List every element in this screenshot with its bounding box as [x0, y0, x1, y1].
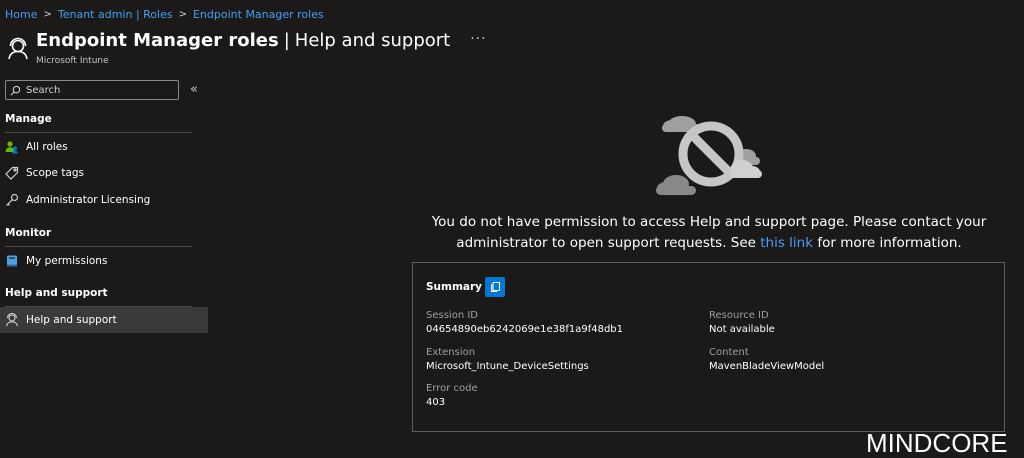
app-window: Home > Tenant admin | Roles > Endpoint M… [0, 0, 1024, 458]
page-title-row: Endpoint Manager roles | Help and suppor… [36, 30, 487, 51]
sidebar-item-all-roles[interactable]: All roles [0, 134, 208, 160]
search-box[interactable] [5, 80, 179, 100]
more-options-button[interactable]: ··· [470, 31, 486, 47]
section-divider [5, 132, 192, 133]
sidebar-item-label: Scope tags [26, 167, 85, 179]
page-title-section: Help and support [294, 30, 451, 51]
breadcrumb: Home > Tenant admin | Roles > Endpoint M… [5, 6, 324, 22]
extension-value: Microsoft_Intune_DeviceSettings [426, 361, 589, 372]
sidebar-item-scope-tags[interactable]: Scope tags [0, 160, 208, 186]
sidebar: « [0, 80, 208, 100]
help-person-icon [5, 313, 19, 327]
content-label: Content [709, 347, 749, 358]
sidebar-item-label: My permissions [26, 255, 108, 267]
summary-panel: Summary Session ID 04654890eb6242069e1e3… [412, 262, 1005, 432]
sidebar-item-help-support[interactable]: Help and support [0, 307, 208, 333]
permission-message: You do not have permission to access Hel… [412, 212, 1006, 254]
breadcrumb-endpoint-manager-roles[interactable]: Endpoint Manager roles [193, 8, 324, 21]
breadcrumb-chevron-icon: > [43, 8, 52, 20]
sidebar-item-label: Administrator Licensing [26, 194, 151, 206]
summary-title: Summary [426, 281, 483, 293]
error-code-value: 403 [426, 397, 446, 408]
copy-icon [490, 281, 501, 293]
permission-message-suffix: for more information. [813, 235, 962, 251]
section-header-help-support: Help and support [5, 287, 108, 299]
search-icon [10, 85, 21, 95]
section-header-monitor: Monitor [5, 227, 52, 239]
watermark-logo: MINDCORE [866, 428, 1008, 458]
extension-label: Extension [426, 347, 476, 358]
help-support-person-icon [6, 37, 30, 61]
session-id-label: Session ID [426, 310, 478, 321]
info-link[interactable]: this link [760, 235, 813, 251]
breadcrumb-chevron-icon: > [178, 8, 187, 20]
content-value: MavenBladeViewModel [709, 361, 825, 372]
book-icon [5, 254, 19, 268]
sidebar-item-label: Help and support [26, 314, 117, 326]
sidebar-item-label: All roles [26, 141, 68, 153]
resource-id-value: Not available [709, 324, 775, 335]
page-subtitle: Microsoft Intune [36, 56, 109, 66]
session-id-value: 04654890eb6242069e1e38f1a9f48db1 [426, 324, 624, 335]
title-separator: | [283, 30, 290, 51]
error-code-label: Error code [426, 383, 478, 394]
tag-icon [5, 166, 19, 180]
breadcrumb-home[interactable]: Home [5, 8, 37, 21]
key-icon [5, 193, 19, 207]
section-divider [5, 246, 192, 247]
breadcrumb-tenant-admin-roles[interactable]: Tenant admin | Roles [58, 8, 173, 21]
sidebar-item-administrator-licensing[interactable]: Administrator Licensing [0, 187, 208, 213]
no-access-cloud-icon [654, 104, 764, 199]
page-title: Endpoint Manager roles [36, 30, 279, 51]
collapse-sidebar-button[interactable]: « [190, 82, 198, 97]
section-header-manage: Manage [5, 113, 52, 125]
resource-id-label: Resource ID [709, 310, 769, 321]
sidebar-item-my-permissions[interactable]: My permissions [0, 248, 208, 274]
copy-button[interactable] [485, 277, 505, 297]
users-icon [5, 140, 19, 154]
search-input[interactable] [26, 84, 166, 96]
